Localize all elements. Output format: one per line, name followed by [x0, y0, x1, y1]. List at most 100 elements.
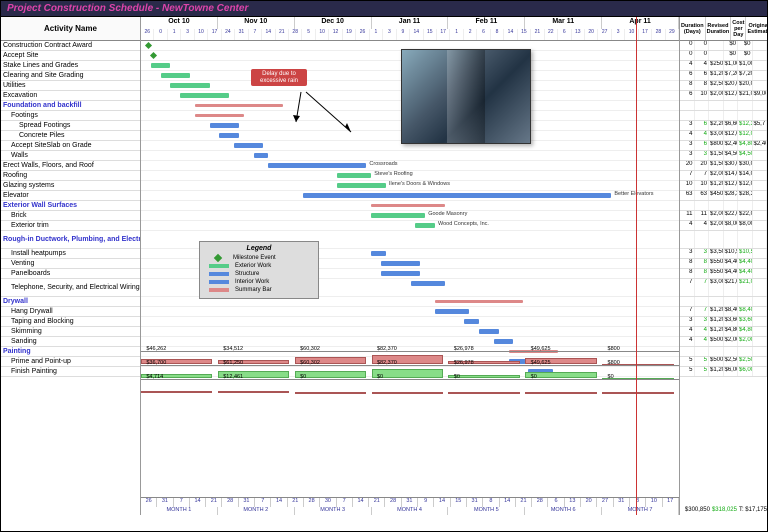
milestone-icon[interactable]: [150, 52, 157, 59]
gantt-bar[interactable]: [234, 143, 263, 148]
gantt-bar[interactable]: [161, 73, 190, 78]
gantt-bar[interactable]: [268, 163, 366, 168]
gantt-bar[interactable]: [170, 83, 209, 88]
month-label: Apr 11: [602, 17, 679, 29]
legend-box: Legend Milestone EventExterior WorkStruc…: [199, 241, 319, 299]
activity-row[interactable]: Telephone, Security, and Electrical Wiri…: [1, 279, 140, 297]
data-row: [680, 201, 767, 211]
activity-row[interactable]: Accept SiteSlab on Grade: [1, 141, 140, 151]
activity-row[interactable]: Stake Lines and Grades: [1, 61, 140, 71]
gantt-bar[interactable]: [195, 104, 283, 107]
gantt-bar[interactable]: [494, 339, 514, 344]
gantt-row: [141, 327, 679, 337]
activity-row[interactable]: Hang Drywall: [1, 307, 140, 317]
col-header: Revised Duration: [706, 17, 732, 40]
milestone-icon[interactable]: [145, 42, 152, 49]
data-row: 44$2,000$8,000$8,000: [680, 221, 767, 231]
activity-row[interactable]: Taping and Blocking: [1, 317, 140, 327]
histogram-bar[interactable]: [141, 391, 212, 393]
gantt-row: Ilene's Doors & Windows: [141, 181, 679, 191]
activity-row[interactable]: Erect Walls, Floors, and Roof: [1, 161, 140, 171]
legend-item: Exterior Work: [203, 263, 315, 269]
gantt-bar[interactable]: [411, 281, 445, 286]
histogram-value: $26,978: [454, 360, 474, 366]
gantt-bar[interactable]: [210, 123, 239, 128]
gantt-bar[interactable]: [219, 133, 239, 138]
histogram-bar[interactable]: [218, 391, 289, 393]
gantt-bar[interactable]: [381, 261, 420, 266]
gantt-bar[interactable]: [381, 271, 420, 276]
gantt-bar[interactable]: [180, 93, 229, 98]
histogram-bar[interactable]: [602, 392, 673, 394]
activity-row[interactable]: Excavation: [1, 91, 140, 101]
activity-row[interactable]: Accept Site: [1, 51, 140, 61]
histogram-bar[interactable]: [372, 392, 443, 394]
gantt-row: [141, 201, 679, 211]
gantt-bar[interactable]: [254, 153, 269, 158]
histogram-bar[interactable]: [525, 392, 596, 394]
activity-row[interactable]: Prime and Point-up: [1, 357, 140, 367]
activity-row[interactable]: Venting: [1, 259, 140, 269]
gantt-area[interactable]: Oct 10Nov 10Dec 10Jan 11Feb 11Mar 11Apr …: [141, 17, 679, 515]
activity-row[interactable]: Painting: [1, 347, 140, 357]
activity-row[interactable]: Drywall: [1, 297, 140, 307]
activity-header: Activity Name: [1, 17, 140, 41]
day-label: 3: [383, 29, 396, 41]
activity-row[interactable]: Finish Painting: [1, 367, 140, 377]
activity-row[interactable]: Sanding: [1, 337, 140, 347]
activity-row[interactable]: Construction Contract Award: [1, 41, 140, 51]
activity-row[interactable]: Brick: [1, 211, 140, 221]
gantt-bar[interactable]: [371, 204, 445, 207]
data-row: 36$2,200$6,600$12,375$5,775: [680, 121, 767, 131]
bar-label: Ilene's Doors & Windows: [389, 181, 450, 187]
day-label: 8: [491, 29, 504, 41]
month-label: Feb 11: [448, 17, 525, 29]
histogram-bar[interactable]: [448, 392, 519, 394]
activity-column: Activity Name Construction Contract Awar…: [1, 17, 141, 515]
gantt-bar[interactable]: [435, 300, 523, 303]
activity-row[interactable]: Concrete Piles: [1, 131, 140, 141]
histogram-value: $800: [608, 346, 620, 352]
day-label: 0: [154, 29, 167, 41]
gantt-bar[interactable]: [195, 114, 244, 117]
data-row: 88$2,500$20,000$20,000: [680, 81, 767, 91]
histogram-value: $26,978: [454, 346, 474, 352]
activity-row[interactable]: Install heatpumps: [1, 249, 140, 259]
gantt-bar[interactable]: [337, 173, 371, 178]
activity-row[interactable]: Foundation and backfill: [1, 101, 140, 111]
activity-row[interactable]: Walls: [1, 151, 140, 161]
gantt-bar[interactable]: [435, 309, 469, 314]
activity-row[interactable]: Utilities: [1, 81, 140, 91]
activity-row[interactable]: Rough-in Ductwork, Plumbing, and Electri…: [1, 231, 140, 249]
day-label: 3: [612, 29, 625, 41]
activity-row[interactable]: Spread Footings: [1, 121, 140, 131]
gantt-row: [141, 151, 679, 161]
gantt-bar[interactable]: [303, 193, 612, 198]
activity-row[interactable]: Footings: [1, 111, 140, 121]
activity-row[interactable]: Elevator: [1, 191, 140, 201]
gantt-bar[interactable]: [415, 223, 435, 228]
title-prefix: Project Construction Schedule -: [7, 3, 162, 14]
activity-row[interactable]: Roofing: [1, 171, 140, 181]
histogram-bar[interactable]: [295, 392, 366, 394]
activity-row[interactable]: Panelboards: [1, 269, 140, 279]
activity-row[interactable]: Exterior Wall Surfaces: [1, 201, 140, 211]
gantt-bar[interactable]: [479, 329, 499, 334]
gantt-bar[interactable]: [371, 213, 425, 218]
gantt-bar[interactable]: [371, 251, 386, 256]
activity-row[interactable]: Clearing and Site Grading: [1, 71, 140, 81]
day-label: 20: [585, 29, 598, 41]
day-label: 15: [424, 29, 437, 41]
activity-row[interactable]: Exterior trim: [1, 221, 140, 231]
bar-label: Crossroads: [369, 161, 397, 167]
gantt-bar[interactable]: [464, 319, 479, 324]
legend-title: Legend: [203, 245, 315, 252]
col-header: Duration (Days): [680, 17, 706, 40]
gantt-bar[interactable]: [337, 183, 386, 188]
footer-month: MONTH 1: [141, 507, 218, 515]
activity-row[interactable]: Skimming: [1, 327, 140, 337]
gantt-row: Steve's Roofing: [141, 171, 679, 181]
activity-row[interactable]: Glazing systems: [1, 181, 140, 191]
gantt-bar[interactable]: [151, 63, 171, 68]
gantt-row: Better Elevators: [141, 191, 679, 201]
